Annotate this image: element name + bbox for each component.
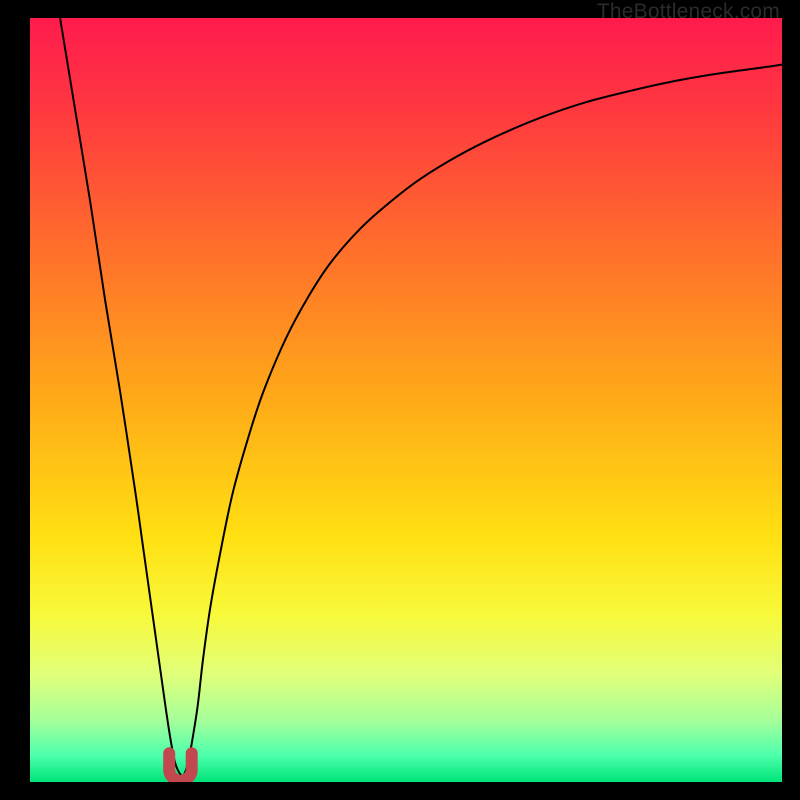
chart-frame: TheBottleneck.com (0, 0, 800, 800)
chart-svg (30, 18, 782, 782)
chart-background (30, 18, 782, 782)
chart-plot-area (30, 18, 782, 782)
watermark-text: TheBottleneck.com (597, 0, 780, 24)
